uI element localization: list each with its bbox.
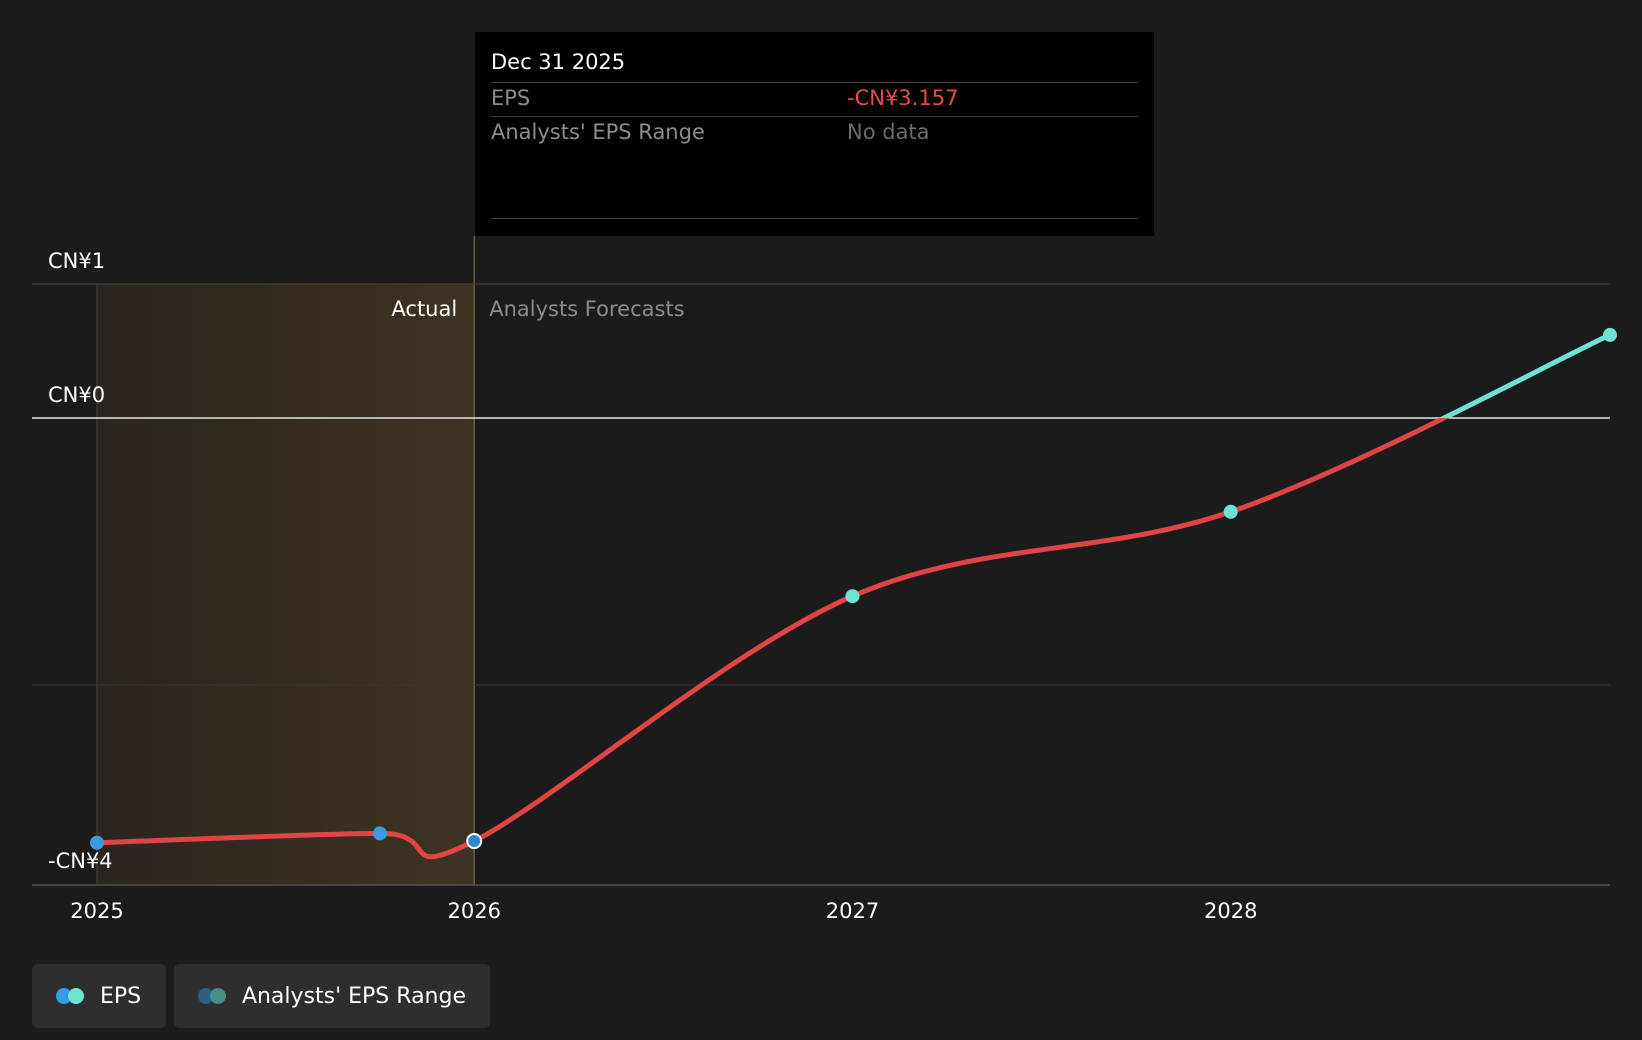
tooltip-range-value: No data <box>847 120 930 144</box>
y-tick-label: CN¥1 <box>48 249 105 273</box>
legend-label: EPS <box>100 983 142 1009</box>
legend-item-eps-range[interactable]: Analysts' EPS Range <box>174 964 490 1028</box>
eps-data-point <box>1603 327 1617 342</box>
tooltip-divider <box>491 218 1138 219</box>
actual-label: Actual <box>391 297 457 321</box>
tooltip-range-label: Analysts' EPS Range <box>491 120 705 144</box>
eps-data-point <box>1223 504 1238 519</box>
eps-data-point <box>90 835 104 850</box>
tooltip-eps-label: EPS <box>491 86 531 110</box>
eps-data-point <box>466 833 483 850</box>
tooltip-divider <box>491 82 1138 83</box>
x-tick-label: 2027 <box>826 899 879 923</box>
tooltip-eps-value: -CN¥3.157 <box>847 86 959 110</box>
legend-label: Analysts' EPS Range <box>241 983 466 1009</box>
x-tick-label: 2028 <box>1204 899 1257 923</box>
eps-legend-icon <box>56 987 90 1005</box>
x-tick-label: 2025 <box>70 899 123 923</box>
actual-region <box>97 284 475 885</box>
eps-data-point <box>372 826 387 841</box>
legend-dot-icon <box>68 988 84 1004</box>
tooltip: Dec 31 2025 EPS -CN¥3.157 Analysts' EPS … <box>475 32 1154 236</box>
eps-data-point <box>845 589 860 604</box>
y-tick-label: CN¥0 <box>48 383 105 407</box>
forecast-label: Analysts Forecasts <box>489 297 684 321</box>
y-tick-label: -CN¥4 <box>48 849 113 873</box>
x-tick-label: 2026 <box>447 899 500 923</box>
tooltip-divider <box>491 116 1138 117</box>
tooltip-date: Dec 31 2025 <box>491 50 626 74</box>
legend-dot-icon <box>210 988 226 1004</box>
eps-range-legend-icon <box>198 987 232 1005</box>
legend-item-eps[interactable]: EPS <box>32 964 166 1028</box>
